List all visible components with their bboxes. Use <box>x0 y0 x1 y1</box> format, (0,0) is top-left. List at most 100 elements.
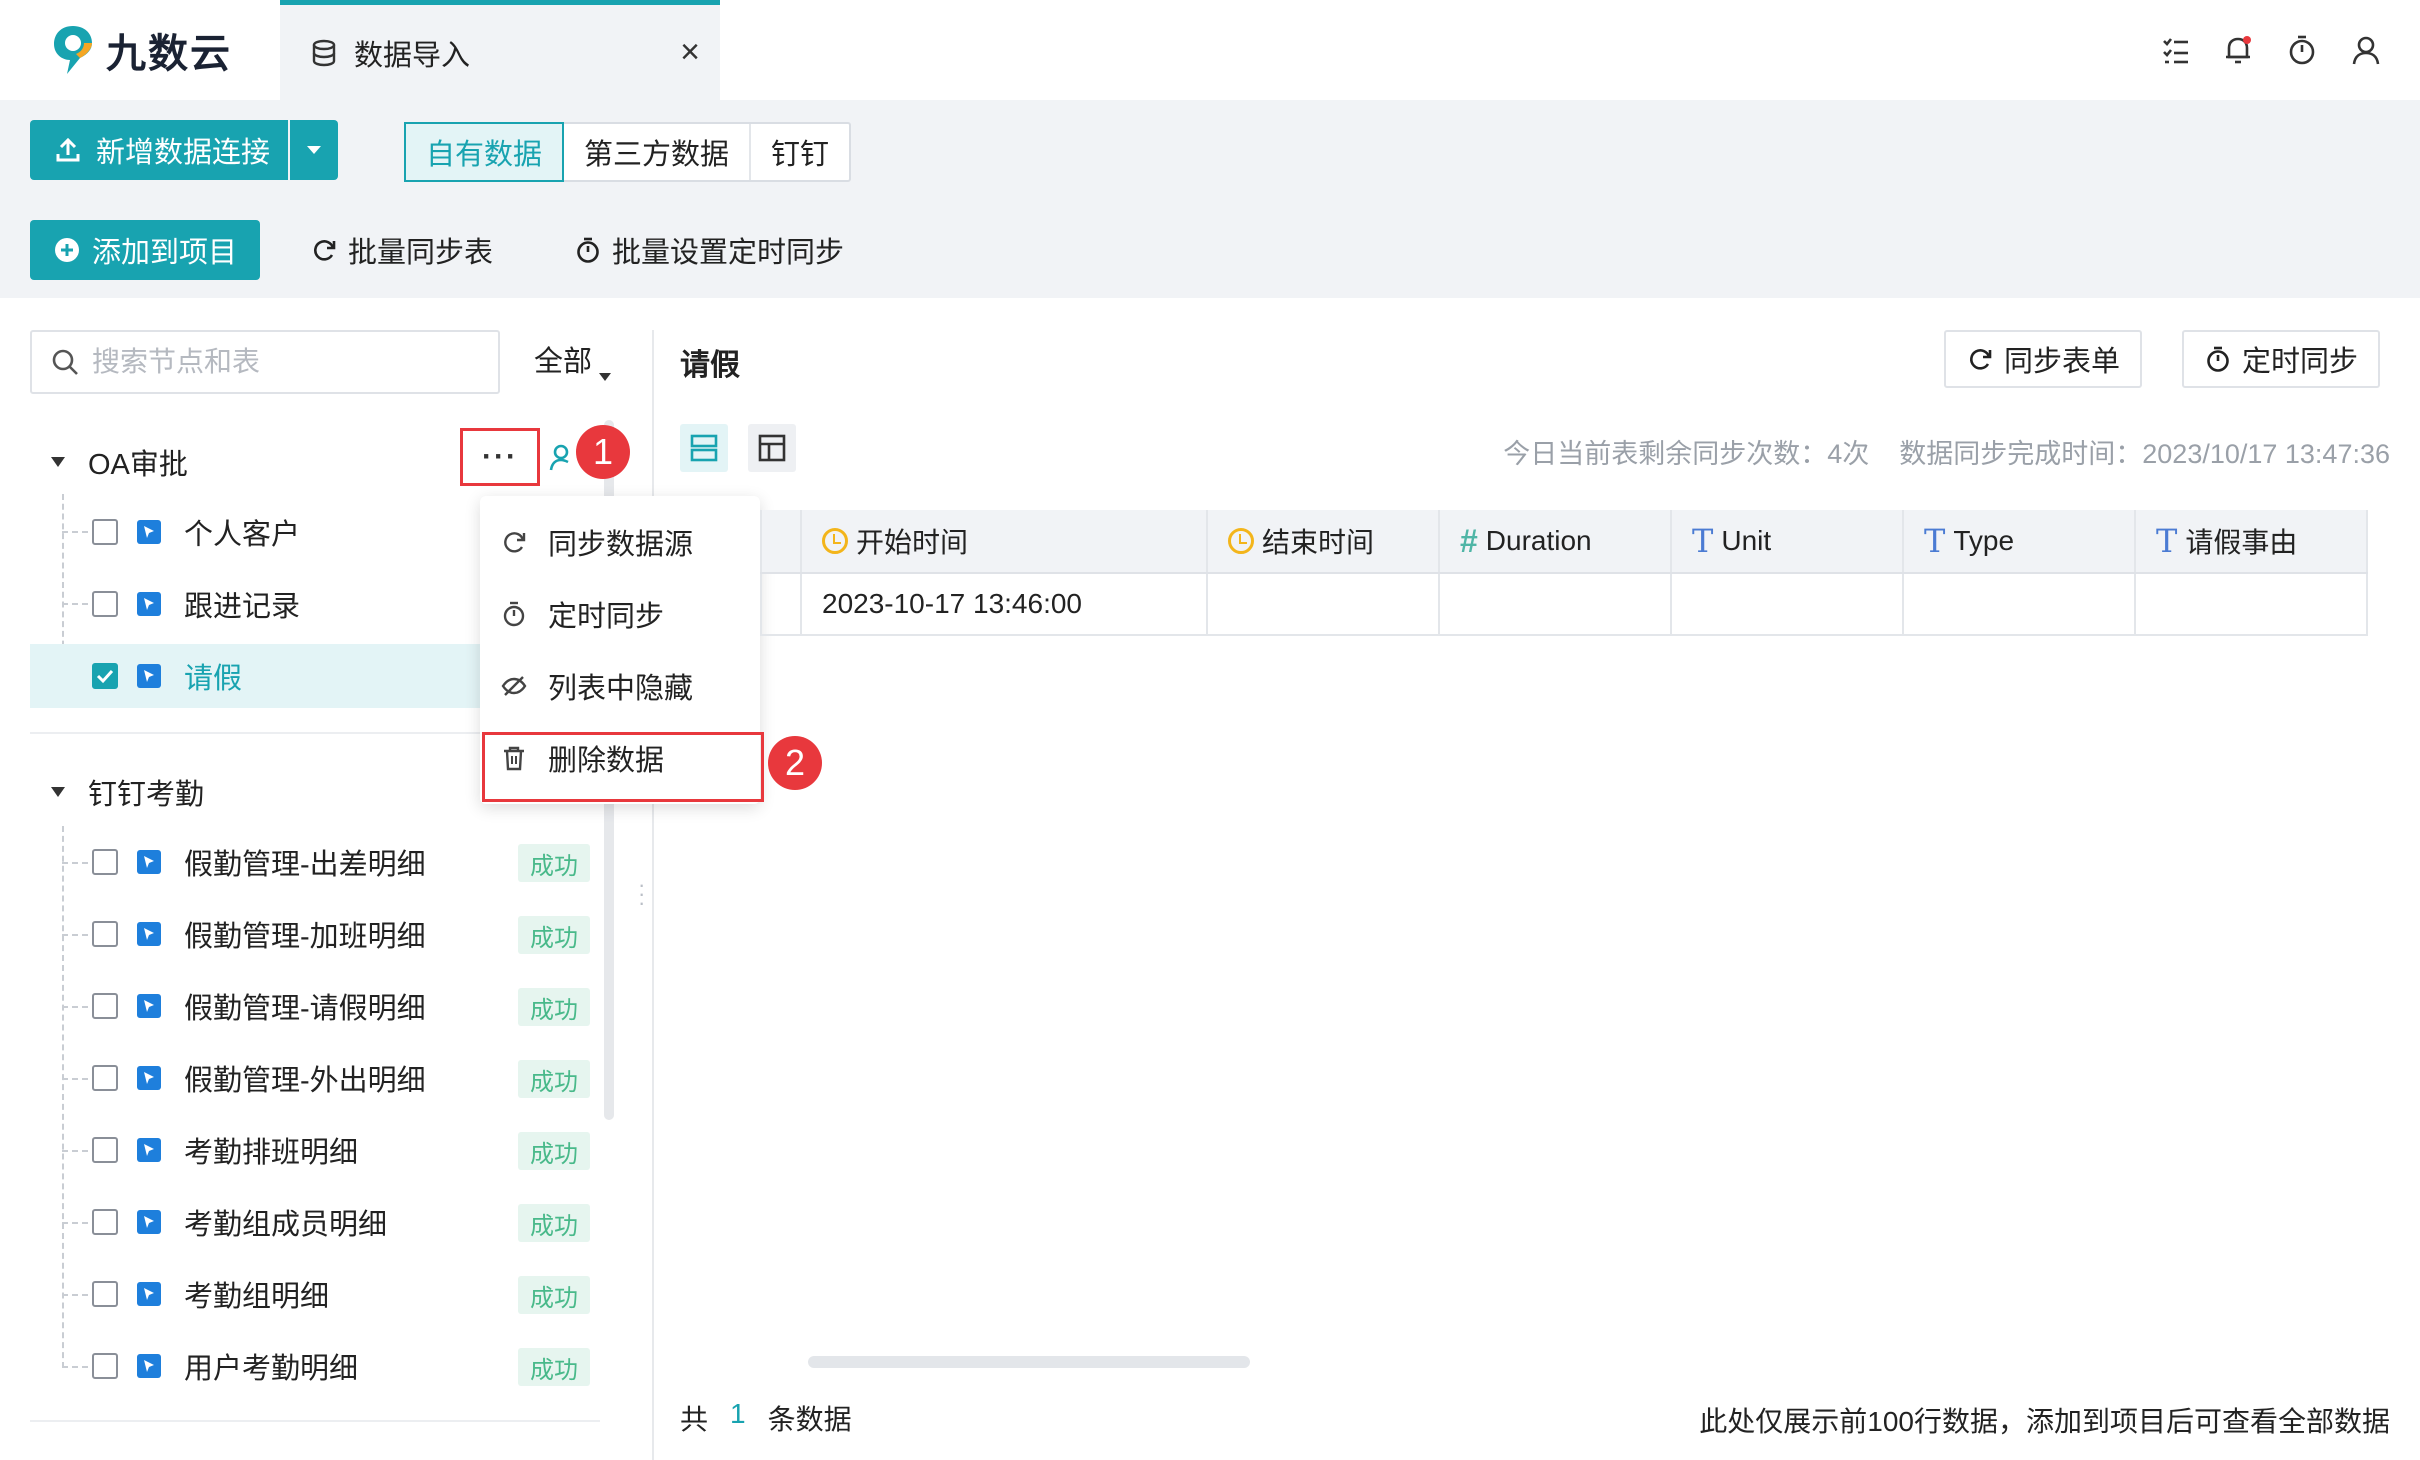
tree-item[interactable]: 假勤管理-外出明细 成功 <box>30 1046 590 1110</box>
schedule-sync-button[interactable]: 定时同步 <box>2182 330 2381 388</box>
add-to-project-button[interactable]: 添加到项目 <box>30 220 260 280</box>
tab-data-import[interactable]: 数据导入 × <box>280 0 720 100</box>
tree-group-oa[interactable]: OA审批 <box>50 434 188 490</box>
view-list-toggle[interactable] <box>680 424 728 472</box>
caret-down-icon <box>307 146 321 154</box>
column-label: 开始时间 <box>856 527 969 558</box>
app-logo[interactable]: 九数云 <box>50 18 232 82</box>
tree-item[interactable]: 用户考勤明细 成功 <box>30 1334 590 1398</box>
tree-item[interactable]: 考勤组明细 成功 <box>30 1262 590 1326</box>
tab-own-data[interactable]: 自有数据 <box>404 122 565 182</box>
timer-icon <box>2207 346 2229 372</box>
tab-close-icon[interactable]: × <box>680 33 700 72</box>
item-checkbox[interactable] <box>92 1353 118 1379</box>
new-connection-label: 新增数据连接 <box>96 137 271 169</box>
task-list-icon[interactable] <box>2156 30 2196 70</box>
user-icon[interactable] <box>2346 30 2386 70</box>
item-checkbox[interactable] <box>92 921 118 947</box>
table-cell[interactable] <box>1208 574 1440 634</box>
table-cell[interactable] <box>1904 574 2136 634</box>
column-header[interactable] <box>760 510 802 572</box>
table-cell[interactable] <box>1440 574 1672 634</box>
filter-dropdown[interactable]: 全部 <box>534 338 612 388</box>
new-connection-dropdown[interactable] <box>290 120 338 180</box>
column-header[interactable]: # Duration <box>1440 510 1672 572</box>
column-header[interactable]: T Unit <box>1672 510 1904 572</box>
tab-dingtalk[interactable]: 钉钉 <box>751 124 849 180</box>
table-cell[interactable]: 2023-10-17 13:46:00 <box>802 574 1208 634</box>
table-title: 请假 <box>680 349 740 382</box>
column-label: Duration <box>1485 525 1592 556</box>
tree-item[interactable]: 假勤管理-请假明细 成功 <box>30 974 590 1038</box>
column-label: 结束时间 <box>1262 527 1375 558</box>
tree-item[interactable]: 假勤管理-出差明细 成功 <box>30 830 590 894</box>
tab-third-party-data[interactable]: 第三方数据 <box>564 124 752 180</box>
delete-highlight-box <box>482 732 764 802</box>
menu-item-sync-datasource[interactable]: 同步数据源 <box>500 512 750 572</box>
table-icon <box>137 1066 161 1090</box>
count-suffix: 条数据 <box>767 1404 852 1435</box>
column-header[interactable]: T 请假事由 <box>2136 510 2368 572</box>
item-checkbox[interactable] <box>92 849 118 875</box>
batch-sync-button[interactable]: 批量同步表 <box>310 222 493 278</box>
table-cell[interactable] <box>1672 574 1904 634</box>
batch-schedule-button[interactable]: 批量设置定时同步 <box>574 222 844 278</box>
table-icon <box>137 1138 161 1162</box>
new-connection-button[interactable]: 新增数据连接 <box>30 120 288 180</box>
table-icon <box>137 1354 161 1378</box>
column-label: Type <box>1953 525 2015 556</box>
schedule-sync-label: 定时同步 <box>2242 346 2359 378</box>
column-label: Unit <box>1721 525 1772 556</box>
table-cell[interactable] <box>760 574 802 634</box>
status-badge: 成功 <box>518 844 590 882</box>
item-checkbox[interactable] <box>92 1209 118 1235</box>
text-type-icon: T <box>1692 522 1714 560</box>
tree-item[interactable]: 考勤排班明细 成功 <box>30 1118 590 1182</box>
more-options-button[interactable]: ··· <box>460 428 540 486</box>
caret-down-icon <box>51 457 65 467</box>
item-checkbox[interactable] <box>92 1065 118 1091</box>
item-label: 跟进记录 <box>184 591 301 623</box>
grid-header: 开始时间 结束时间 # Duration T Unit T Type T 请假事由 <box>760 510 2368 574</box>
item-checkbox[interactable] <box>92 519 118 545</box>
horizontal-scrollbar[interactable] <box>808 1356 1250 1368</box>
item-checkbox[interactable] <box>92 993 118 1019</box>
menu-item-hide-in-list[interactable]: 列表中隐藏 <box>500 656 750 716</box>
item-checkbox[interactable] <box>92 591 118 617</box>
add-to-project-label: 添加到项目 <box>92 237 238 269</box>
database-icon <box>312 39 336 66</box>
resize-handle[interactable]: · · · <box>638 874 645 914</box>
group-separator <box>30 1420 600 1422</box>
filter-label: 全部 <box>534 346 593 378</box>
column-header[interactable]: 结束时间 <box>1208 510 1440 572</box>
tree-group-dingtalk-attendance[interactable]: 钉钉考勤 <box>50 764 204 820</box>
status-badge: 成功 <box>518 988 590 1026</box>
table-icon <box>137 1282 161 1306</box>
item-checkbox[interactable] <box>92 1137 118 1163</box>
bell-icon[interactable] <box>2218 30 2258 70</box>
tree-item[interactable]: 假勤管理-加班明细 成功 <box>30 902 590 966</box>
preview-note: 此处仅展示前100行数据，添加到项目后可查看全部数据 <box>1699 1406 2390 1437</box>
tree-item[interactable]: 考勤组成员明细 成功 <box>30 1190 590 1254</box>
item-checkbox-checked[interactable] <box>92 663 118 689</box>
menu-item-schedule-sync[interactable]: 定时同步 <box>500 584 750 644</box>
column-header[interactable]: 开始时间 <box>802 510 1208 572</box>
table-row[interactable]: 2023-10-17 13:46:00 <box>760 574 2368 636</box>
status-badge: 成功 <box>518 1348 590 1386</box>
search-field[interactable] <box>30 330 500 394</box>
list-view-icon <box>690 434 718 462</box>
count-value: 1 <box>730 1398 746 1429</box>
search-input[interactable] <box>92 346 472 378</box>
timer-icon[interactable] <box>2282 30 2322 70</box>
column-header[interactable]: T Type <box>1904 510 2136 572</box>
tree-item-selected[interactable]: 请假 <box>30 644 480 708</box>
view-grid-toggle[interactable] <box>748 424 796 472</box>
sync-table-button[interactable]: 同步表单 <box>1944 330 2143 388</box>
refresh-icon <box>1970 349 1992 370</box>
item-checkbox[interactable] <box>92 1281 118 1307</box>
table-cell[interactable] <box>2136 574 2368 634</box>
step-callout-2: 2 <box>768 736 822 790</box>
share-user-icon[interactable] <box>548 442 580 479</box>
batch-schedule-label: 批量设置定时同步 <box>612 237 845 269</box>
status-badge: 成功 <box>518 1060 590 1098</box>
